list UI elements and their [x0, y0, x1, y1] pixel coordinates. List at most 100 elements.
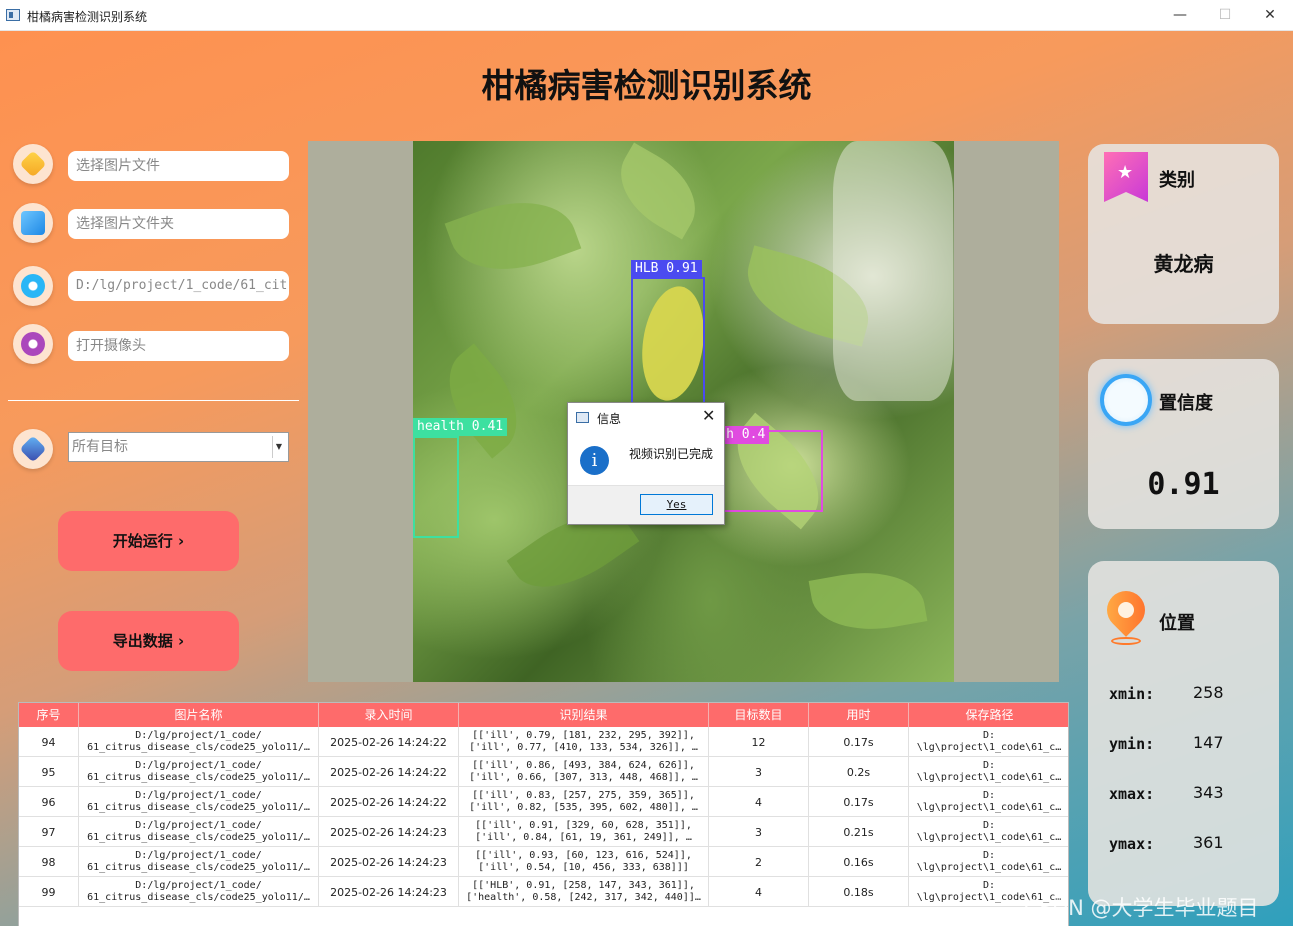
cell-save-path-text: D:: [982, 790, 996, 801]
cell-time[interactable]: 2025-02-26 14:24:23: [319, 847, 459, 877]
cell-save-path[interactable]: D: \lg\project\1_code\61_c…: [909, 817, 1068, 847]
cell-id[interactable]: 97: [19, 817, 79, 847]
location-pin-icon: [1099, 583, 1153, 647]
cell-count[interactable]: 3: [709, 817, 809, 847]
table-row[interactable]: 95 D:/lg/project/1_code/61_citrus_disease…: [19, 757, 1068, 787]
target-select[interactable]: 所有目标 ▼: [68, 432, 289, 462]
header-duration[interactable]: 用时: [809, 703, 909, 727]
export-button[interactable]: 导出数据 ›: [58, 611, 239, 671]
category-value: 黄龙病: [1153, 252, 1214, 276]
video-path-input[interactable]: D:/lg/project/1_code/61_citrus_disease_c…: [68, 271, 289, 301]
cell-save-path[interactable]: D: \lg\project\1_code\61_c…: [909, 757, 1068, 787]
dialog-close-icon[interactable]: ✕: [702, 406, 715, 425]
maximize-button[interactable]: ☐: [1208, 4, 1242, 26]
camera-icon[interactable]: [13, 324, 53, 364]
close-button[interactable]: ✕: [1253, 4, 1287, 26]
cell-count[interactable]: 4: [709, 877, 809, 907]
cell-image-name[interactable]: D:/lg/project/1_code/61_citrus_disease_c…: [79, 817, 319, 847]
cell-duration[interactable]: 0.17s: [809, 787, 909, 817]
header-result[interactable]: 识别结果: [459, 703, 709, 727]
header-image-name[interactable]: 图片名称: [79, 703, 319, 727]
dialog-header: 信息 ✕: [568, 403, 724, 431]
header-count[interactable]: 目标数目: [709, 703, 809, 727]
cell-result[interactable]: [['ill', 0.83, [257, 275, 359, 365]], ['i…: [459, 787, 709, 817]
cell-duration-text: 0.2s: [846, 765, 871, 779]
chevron-down-icon[interactable]: ▼: [272, 436, 285, 458]
cell-count-text: 12: [751, 735, 766, 749]
header-time[interactable]: 录入时间: [319, 703, 459, 727]
table-row[interactable]: 97 D:/lg/project/1_code/61_citrus_disease…: [19, 817, 1068, 847]
cell-count[interactable]: 2: [709, 847, 809, 877]
table-row[interactable]: 96 D:/lg/project/1_code/61_citrus_disease…: [19, 787, 1068, 817]
cell-time[interactable]: 2025-02-26 14:24:23: [319, 817, 459, 847]
cell-time[interactable]: 2025-02-26 14:24:22: [319, 727, 459, 757]
cell-time[interactable]: 2025-02-26 14:24:23: [319, 877, 459, 907]
cell-image-name[interactable]: D:/lg/project/1_code/61_citrus_disease_c…: [79, 787, 319, 817]
cell-id[interactable]: 94: [19, 727, 79, 757]
cell-result[interactable]: [['HLB', 0.91, [258, 147, 343, 361]], ['h…: [459, 877, 709, 907]
cell-duration[interactable]: 0.17s: [809, 727, 909, 757]
image-folder-icon[interactable]: [13, 203, 53, 243]
cell-result[interactable]: [['ill', 0.79, [181, 232, 295, 392]], ['i…: [459, 727, 709, 757]
cell-duration-text: 0.17s: [843, 735, 874, 749]
cell-id[interactable]: 98: [19, 847, 79, 877]
cell-count[interactable]: 4: [709, 787, 809, 817]
cell-save-path-text: \lg\project\1_code\61_c…: [916, 742, 1062, 753]
cell-save-path-text: \lg\project\1_code\61_c…: [916, 862, 1062, 873]
xmax-value: 343: [1193, 783, 1224, 802]
cell-duration[interactable]: 0.2s: [809, 757, 909, 787]
dialog-footer: Yes: [568, 485, 724, 524]
cell-result[interactable]: [['ill', 0.86, [493, 384, 624, 626]], ['i…: [459, 757, 709, 787]
table-row[interactable]: 98 D:/lg/project/1_code/61_citrus_disease…: [19, 847, 1068, 877]
cell-id[interactable]: 96: [19, 787, 79, 817]
minimize-button[interactable]: —: [1163, 4, 1197, 26]
cell-save-path-text: D:: [982, 820, 996, 831]
app-icon: [6, 9, 20, 21]
cell-result-text: ['ill', 0.54, [10, 456, 333, 638]]]: [478, 862, 689, 873]
cell-count-text: 3: [755, 765, 762, 779]
cell-result[interactable]: [['ill', 0.93, [60, 123, 616, 524]], ['il…: [459, 847, 709, 877]
cell-result-text: [['ill', 0.86, [493, 384, 624, 626]],: [472, 760, 695, 771]
image-file-input[interactable]: 选择图片文件: [68, 151, 289, 181]
cell-result[interactable]: [['ill', 0.91, [329, 60, 628, 351]], ['il…: [459, 817, 709, 847]
cell-count[interactable]: 12: [709, 727, 809, 757]
cell-save-path[interactable]: D: \lg\project\1_code\61_c…: [909, 727, 1068, 757]
camera-input[interactable]: 打开摄像头: [68, 331, 289, 361]
table-row[interactable]: 94 D:/lg/project/1_code/61_citrus_disease…: [19, 727, 1068, 757]
detection-label-health-1: health 0.41: [413, 418, 508, 436]
cell-duration[interactable]: 0.21s: [809, 817, 909, 847]
cell-save-path[interactable]: D: \lg\project\1_code\61_c…: [909, 847, 1068, 877]
category-caption: 类别: [1159, 170, 1195, 191]
cell-image-name[interactable]: D:/lg/project/1_code/61_citrus_disease_c…: [79, 757, 319, 787]
info-dialog[interactable]: 信息 ✕ i 视频识别已完成 Yes: [567, 402, 725, 525]
cell-result-text: [['HLB', 0.91, [258, 147, 343, 361]],: [472, 880, 695, 891]
cell-save-path[interactable]: D: \lg\project\1_code\61_c…: [909, 787, 1068, 817]
image-folder-input[interactable]: 选择图片文件夹: [68, 209, 289, 239]
cell-count[interactable]: 3: [709, 757, 809, 787]
image-file-icon[interactable]: [13, 144, 53, 184]
yes-button[interactable]: Yes: [640, 494, 713, 515]
video-icon[interactable]: [13, 266, 53, 306]
cell-duration[interactable]: 0.16s: [809, 847, 909, 877]
cell-image-name[interactable]: D:/lg/project/1_code/61_citrus_disease_c…: [79, 877, 319, 907]
window-title: 柑橘病害检测识别系统: [27, 10, 148, 24]
cell-result-text: ['ill', 0.66, [307, 313, 448, 468]], …: [469, 772, 698, 783]
cell-image-name[interactable]: D:/lg/project/1_code/61_citrus_disease_c…: [79, 847, 319, 877]
cell-duration[interactable]: 0.18s: [809, 877, 909, 907]
cell-image-name-text: 61_citrus_disease_cls/code25_yolo11/…: [87, 832, 310, 843]
cell-image-name-text: D:/lg/project/1_code/: [135, 880, 262, 891]
results-table[interactable]: 序号 图片名称 录入时间 识别结果 目标数目 用时 保存路径 94 D:/lg/p…: [18, 702, 1069, 926]
cell-result-text: [['ill', 0.93, [60, 123, 616, 524]],: [475, 850, 692, 861]
cell-id[interactable]: 95: [19, 757, 79, 787]
header-id[interactable]: 序号: [19, 703, 79, 727]
cell-time[interactable]: 2025-02-26 14:24:22: [319, 787, 459, 817]
cell-time[interactable]: 2025-02-26 14:24:22: [319, 757, 459, 787]
start-button[interactable]: 开始运行 ›: [58, 511, 239, 571]
cell-id[interactable]: 99: [19, 877, 79, 907]
table-row[interactable]: 99 D:/lg/project/1_code/61_citrus_disease…: [19, 877, 1068, 907]
confidence-card: 置信度 0.91: [1088, 359, 1279, 529]
cell-image-name[interactable]: D:/lg/project/1_code/61_citrus_disease_c…: [79, 727, 319, 757]
cell-save-path-text: D:: [982, 730, 996, 741]
header-save-path[interactable]: 保存路径: [909, 703, 1068, 727]
cell-time-text: 2025-02-26 14:24:23: [330, 855, 447, 869]
